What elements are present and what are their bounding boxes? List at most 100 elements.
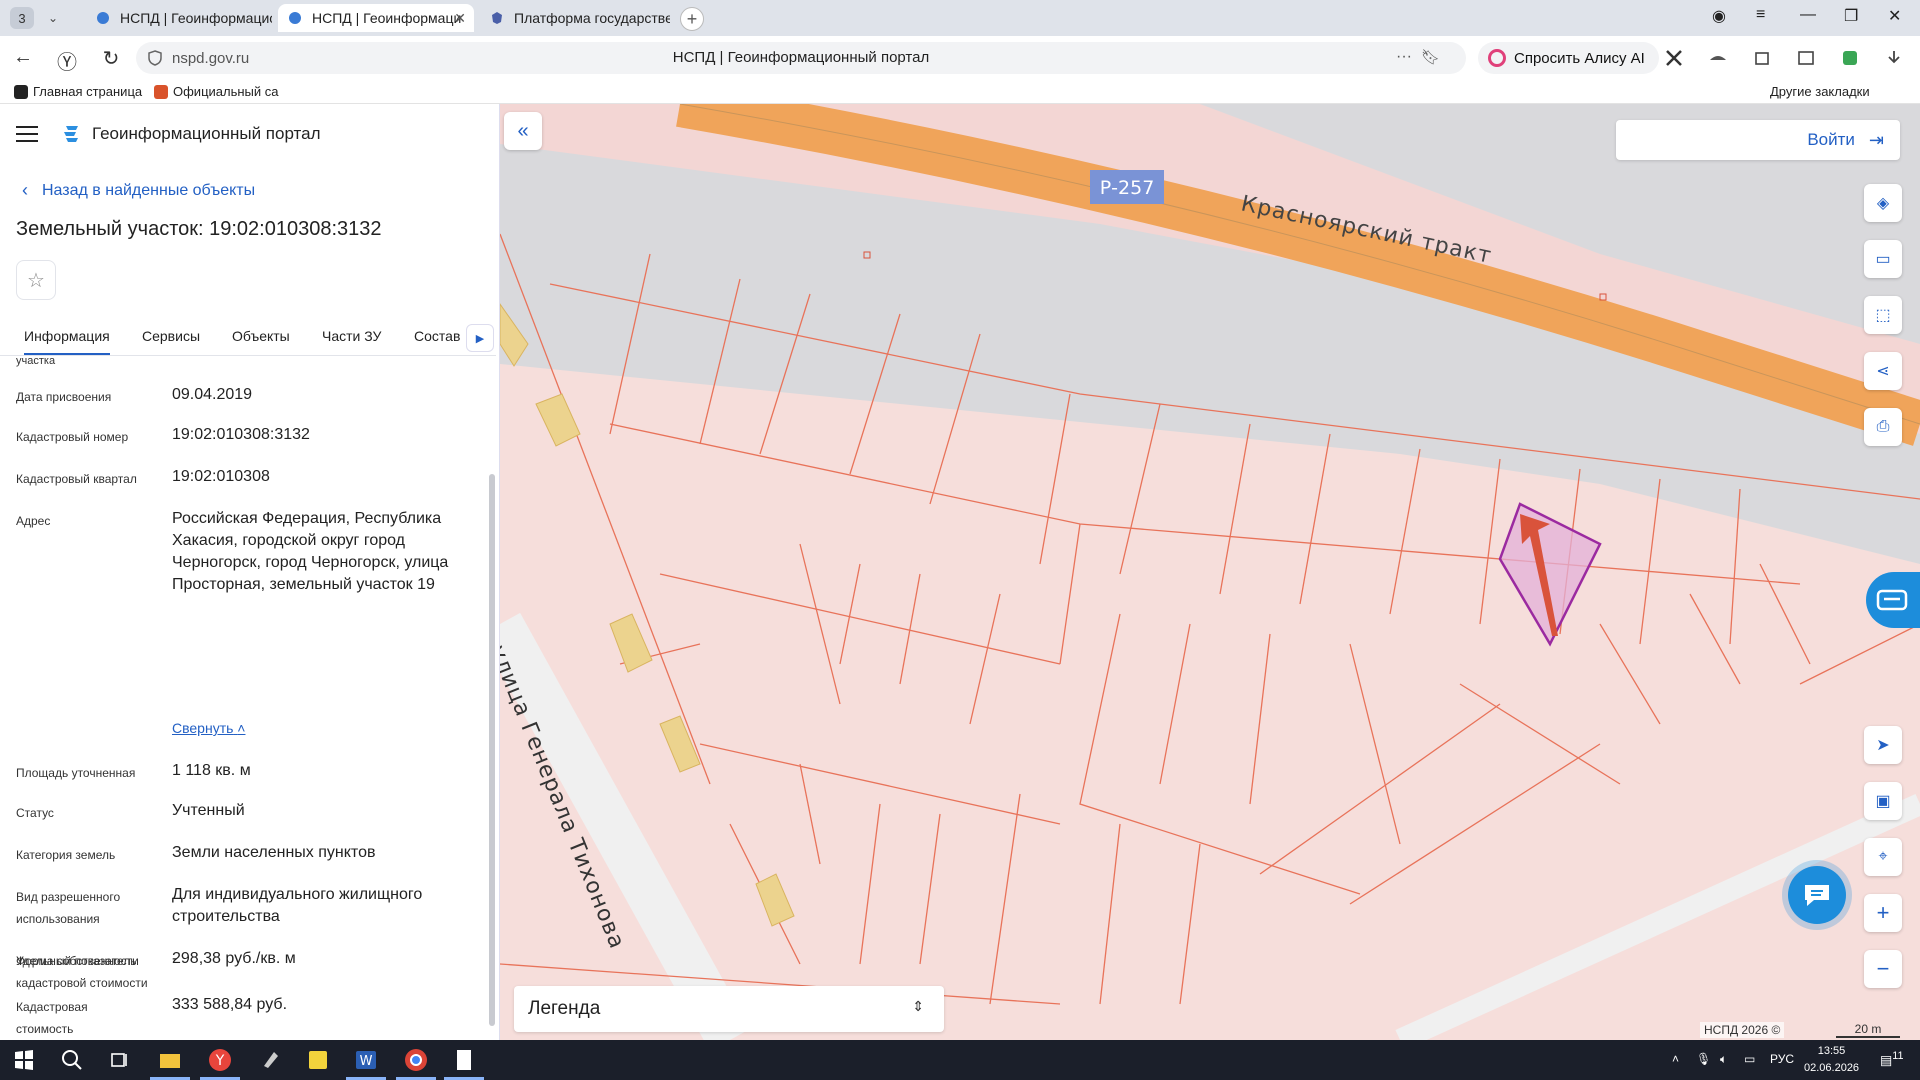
- ask-alice-button[interactable]: Спросить Алису AI: [1478, 42, 1659, 74]
- back-arrow-icon[interactable]: ←: [10, 46, 36, 69]
- chat-support-button[interactable]: [1788, 866, 1846, 924]
- clock-time: 13:55: [1817, 1045, 1846, 1057]
- print-icon: ⎙: [1876, 418, 1890, 435]
- minus-icon: −: [1876, 956, 1890, 981]
- search-icon[interactable]: [58, 1046, 86, 1074]
- network-icon[interactable]: ▭: [1744, 1052, 1755, 1066]
- clock[interactable]: 13:55 02.06.2026: [1804, 1043, 1859, 1077]
- zoom-out-button[interactable]: −: [1864, 950, 1902, 988]
- ruler-button[interactable]: ▭: [1864, 240, 1902, 278]
- tray-chevron-icon[interactable]: ˄: [1672, 1052, 1679, 1066]
- windows-start-icon[interactable]: [10, 1046, 38, 1074]
- site-favicon-icon: [154, 84, 168, 99]
- collections-icon[interactable]: [1796, 48, 1816, 68]
- emblem-favicon-icon: [492, 12, 502, 24]
- back-to-results-link[interactable]: ‹ Назад в найденные объекты: [22, 180, 255, 201]
- file-explorer-icon[interactable]: [156, 1046, 184, 1074]
- legend-dropdown[interactable]: Легенда ⇕: [514, 986, 944, 1032]
- restore-icon[interactable]: ❐: [1844, 6, 1858, 26]
- tab-objects[interactable]: Объекты: [232, 328, 290, 344]
- minimap-icon: ▣: [1875, 793, 1891, 810]
- tabs-scroll-right-button[interactable]: ▶: [466, 324, 494, 352]
- last-property: Удельный показатель кадастровой стоимост…: [0, 940, 496, 1036]
- location-search-button[interactable]: ⌖: [1864, 838, 1902, 876]
- feedback-tab[interactable]: [1866, 572, 1920, 628]
- minimap-button[interactable]: ▣: [1864, 782, 1902, 820]
- geolocation-button[interactable]: ➤: [1864, 726, 1902, 764]
- task-view-icon[interactable]: [106, 1046, 134, 1074]
- login-arrow-icon: ⇥: [1868, 129, 1884, 150]
- collapse-link[interactable]: Свернуть ˄: [172, 720, 245, 736]
- tab-nspd-2[interactable]: НСПД | Геоинформаци ✕: [278, 4, 474, 32]
- profile-icon[interactable]: ◉: [1712, 6, 1726, 26]
- legend-label: Легенда: [528, 998, 601, 1019]
- yandex-browser-icon[interactable]: Y: [206, 1046, 234, 1074]
- yandex-icon[interactable]: Ⓨ: [54, 46, 80, 75]
- svg-text:Y: Y: [215, 1053, 225, 1069]
- extension-hat-icon[interactable]: [1708, 48, 1728, 68]
- favorite-star-button[interactable]: ☆: [16, 260, 56, 300]
- notifications-icon[interactable]: ▤11: [1880, 1050, 1904, 1068]
- properties-list: участка Дата присвоения 09.04.2019 Кадас…: [0, 356, 496, 1040]
- new-tab-button[interactable]: +: [680, 7, 704, 31]
- layers-button[interactable]: ◈: [1864, 184, 1902, 222]
- bookmark-main-page[interactable]: Главная страница: [14, 84, 142, 99]
- login-button[interactable]: Войти ⇥: [1616, 120, 1900, 160]
- nspd-favicon-icon: [97, 12, 109, 24]
- info-tabs: Информация Сервисы Объекты Части ЗУ Сост…: [0, 316, 496, 356]
- extension-green-icon[interactable]: [1840, 48, 1860, 68]
- microphone-icon[interactable]: 🎙︎: [1696, 1052, 1711, 1066]
- extensions-puzzle-icon[interactable]: [1752, 48, 1772, 68]
- layers-icon: ◈: [1876, 195, 1890, 212]
- notepad-icon[interactable]: [450, 1046, 478, 1074]
- portal-logo-icon: [64, 126, 78, 142]
- tab-label: НСПД | Геоинформаци: [312, 10, 462, 26]
- print-button[interactable]: ⎙: [1864, 408, 1902, 446]
- minimize-icon[interactable]: —: [1800, 6, 1816, 24]
- collapse-panel-button[interactable]: «: [504, 112, 542, 150]
- downloads-icon[interactable]: [1884, 48, 1904, 68]
- close-window-icon[interactable]: ✕: [1888, 6, 1901, 26]
- language-indicator[interactable]: РУС: [1770, 1052, 1794, 1066]
- volume-icon[interactable]: 🔈︎: [1720, 1052, 1727, 1067]
- close-tab-icon[interactable]: ✕: [454, 10, 466, 27]
- tab-information[interactable]: Информация: [24, 328, 110, 355]
- hamburger-menu-icon[interactable]: [16, 126, 38, 147]
- map-scale: 20 m: [1836, 1022, 1900, 1038]
- app-pen-icon[interactable]: [256, 1046, 284, 1074]
- tab-parts[interactable]: Части ЗУ: [322, 328, 381, 344]
- other-bookmarks[interactable]: Другие закладки: [1770, 84, 1870, 99]
- prop-value: Учтенный: [172, 802, 245, 819]
- bookmark-label: Официальный са: [173, 84, 279, 99]
- sticky-notes-icon[interactable]: [304, 1046, 332, 1074]
- menu-icon[interactable]: ≡: [1756, 6, 1765, 24]
- prop-label: Площадь уточненная: [16, 766, 136, 780]
- navigation-arrow-icon: ➤: [1876, 737, 1890, 754]
- more-dots-icon[interactable]: ···: [1396, 48, 1412, 66]
- share-button[interactable]: ⋖: [1864, 352, 1902, 390]
- bookmark-official-site[interactable]: Официальный са: [154, 84, 279, 99]
- reload-icon[interactable]: ↻: [98, 46, 124, 71]
- extension-sword-icon[interactable]: [1664, 48, 1684, 68]
- tab-count-badge[interactable]: 3: [10, 7, 34, 29]
- prop-label: Кадастровый номер: [16, 430, 129, 444]
- chat-bubble-icon: [1805, 885, 1829, 906]
- chrome-icon[interactable]: [402, 1046, 430, 1074]
- plus-icon: +: [1876, 900, 1890, 925]
- tab-composition[interactable]: Состав: [414, 328, 460, 344]
- cadastral-map[interactable]: Р-257 Красноярский тракт улица Генерала …: [500, 104, 1920, 1040]
- tab-label: Платформа государстве: [514, 10, 670, 26]
- zoom-in-button[interactable]: +: [1864, 894, 1902, 932]
- word-icon[interactable]: W: [352, 1046, 380, 1074]
- bookmark-icon[interactable]: 🔖︎: [1421, 48, 1440, 66]
- tab-services[interactable]: Сервисы: [142, 328, 200, 344]
- select-area-button[interactable]: ⬚: [1864, 296, 1902, 334]
- location-pin-icon: ⌖: [1878, 848, 1888, 865]
- panel-scrollbar[interactable]: [487, 356, 497, 1040]
- tab-gosplatform[interactable]: Платформа государстве: [480, 4, 670, 32]
- tab-list-chevron-icon[interactable]: ⌄: [40, 7, 66, 29]
- windows-taskbar: Y W ˄ 🎙︎ 🔈︎ ▭ РУС 13:55 02.06.2026 ▤11: [0, 1040, 1920, 1080]
- url-field[interactable]: nspd.gov.ru НСПД | Геоинформационный пор…: [136, 42, 1466, 74]
- tab-nspd-1[interactable]: НСПД | Геоинформацион: [86, 4, 272, 32]
- prop-label: Категория земель: [16, 848, 116, 862]
